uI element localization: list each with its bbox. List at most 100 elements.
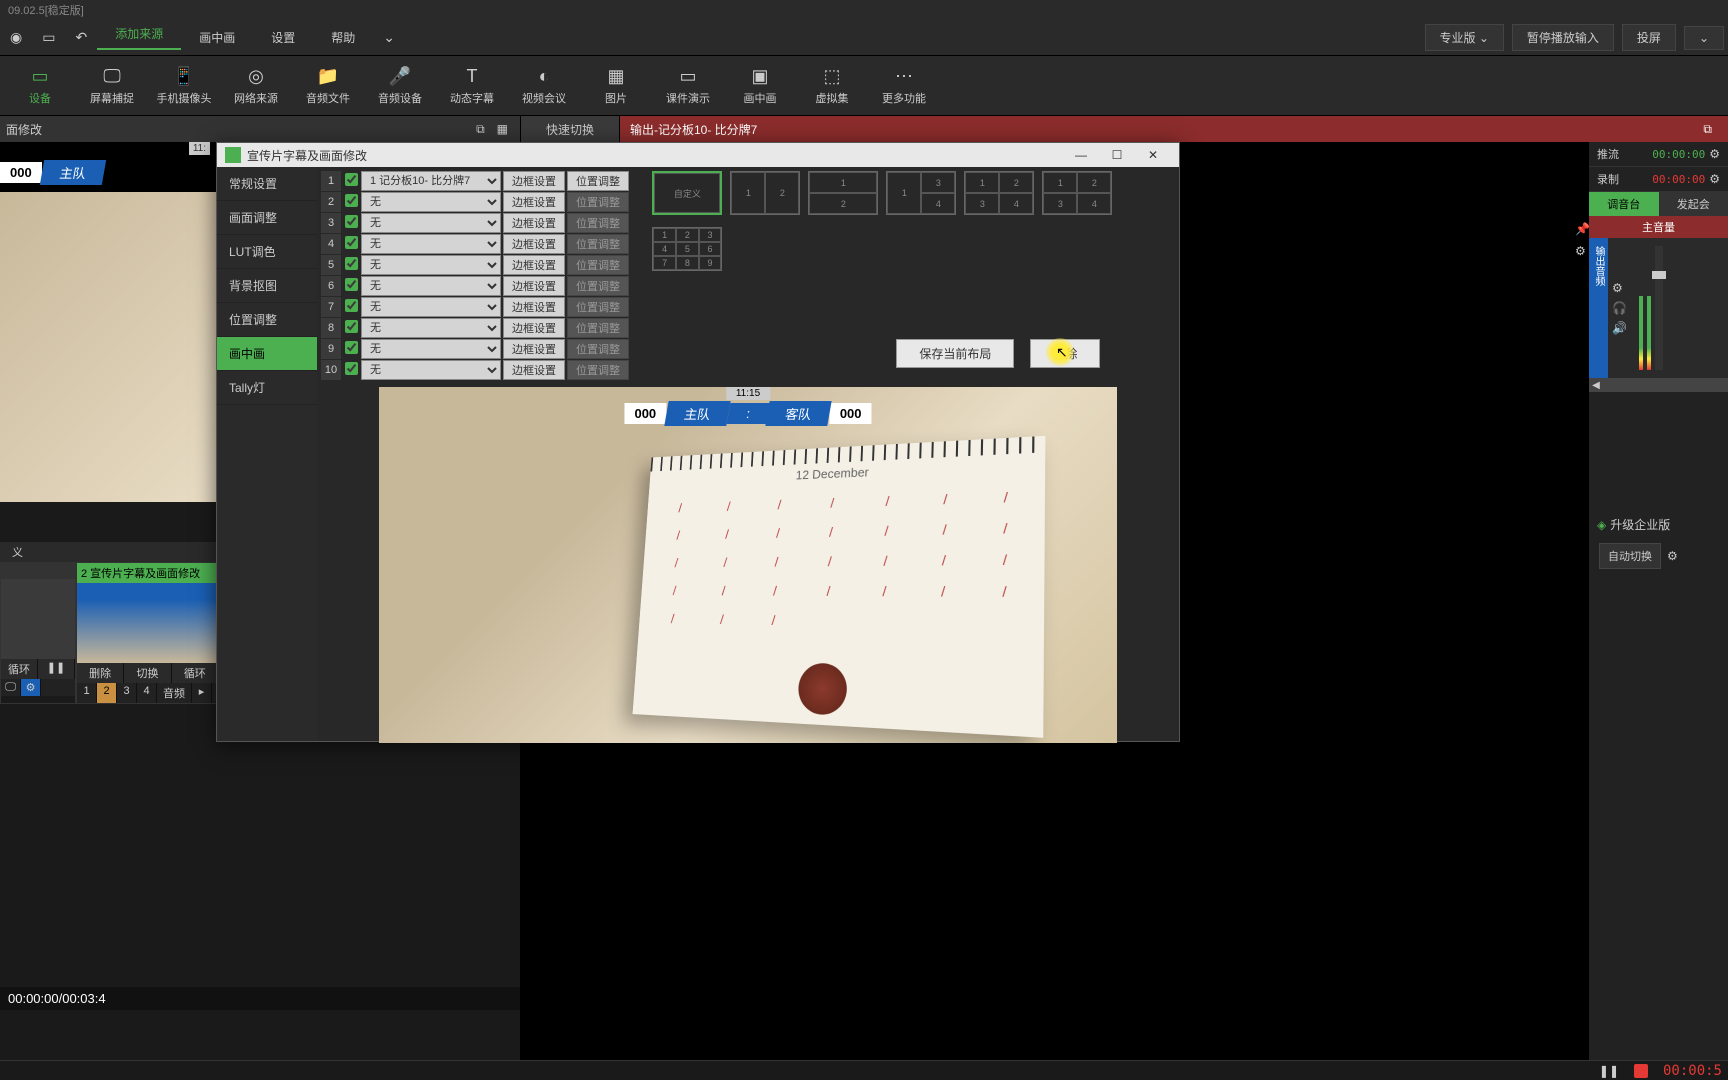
pause-output-button[interactable]: 暂停播放输入 [1512,24,1614,51]
tb-pip[interactable]: ▣画中画 [724,62,796,110]
grid-icon[interactable]: ▦ [491,122,514,136]
row-source-select[interactable]: 1 记分板10- 比分牌7 [361,171,501,191]
row-checkbox[interactable] [341,320,361,336]
row-border-button[interactable]: 边框设置 [503,360,565,380]
row-border-button[interactable]: 边框设置 [503,339,565,359]
src1-monitor-icon[interactable]: 🖵 [1,679,21,696]
src2-delete[interactable]: 删除 [77,663,124,683]
layout-1x2[interactable]: 12 [730,171,800,215]
delete-layout-button[interactable]: 删除 [1030,339,1100,368]
dialog-preview[interactable]: 12 December 11:15 000 主队 : 客队 [379,387,1117,743]
row-checkbox[interactable] [341,341,361,357]
bottom-tab-1[interactable]: 义 [0,544,35,560]
speaker-icon[interactable]: 🔊 [1612,321,1627,335]
layout-3a[interactable]: 134 [886,171,956,215]
menu-caret-icon[interactable]: ⌄ [373,29,405,46]
menu-pip[interactable]: 画中画 [181,29,253,46]
tb-screen-capture[interactable]: 🖵屏幕捕捉 [76,62,148,110]
src2-n3[interactable]: 3 [117,683,137,703]
row-checkbox[interactable] [341,215,361,231]
volume-slider[interactable] [1655,246,1663,370]
save-layout-button[interactable]: 保存当前布局 [896,339,1014,368]
menu-settings[interactable]: 设置 [253,29,313,46]
src1-gear-icon[interactable]: ⚙ [21,679,41,696]
sb-chroma[interactable]: 背景抠图 [217,269,317,303]
row-source-select[interactable]: 无 [361,360,501,380]
popout-icon[interactable]: ⧉ [470,122,491,137]
source-2[interactable]: 2 宣传片字幕及画面修改 删除 切换 循环 1 2 3 4 音频 ▸ [76,562,220,704]
sb-tally[interactable]: Tally灯 [217,371,317,405]
tb-device[interactable]: ▭设备 [4,62,76,110]
undo-icon[interactable]: ↶ [65,29,97,46]
tb-audio-file[interactable]: 📁音频文件 [292,62,364,110]
tb-image[interactable]: ▦图片 [580,62,652,110]
src1-pause[interactable]: ❚❚ [38,659,75,679]
row-source-select[interactable]: 无 [361,213,501,233]
src2-n2[interactable]: 2 [97,683,117,703]
auto-switch-gear-icon[interactable]: ⚙ [1667,549,1678,563]
src1-loop[interactable]: 循环 [1,659,38,679]
row-border-button[interactable]: 边框设置 [503,234,565,254]
sb-picture[interactable]: 画面调整 [217,201,317,235]
quick-switch-button[interactable]: 快速切换 [520,116,620,142]
close-button[interactable]: ✕ [1135,148,1171,162]
menu-help[interactable]: 帮助 [313,29,373,46]
scroll-left-icon[interactable]: ◀ [1589,380,1603,391]
src2-loop[interactable]: 循环 [172,663,219,683]
row-source-select[interactable]: 无 [361,276,501,296]
maximize-button[interactable]: ☐ [1099,148,1135,162]
mixer-scrollbar[interactable]: ◀ [1589,378,1728,392]
menu-icon-2[interactable]: ▭ [32,29,65,46]
mixer-gear-icon[interactable]: ⚙ [1612,281,1627,295]
row-source-select[interactable]: 无 [361,339,501,359]
row-checkbox[interactable] [341,194,361,210]
row-position-button[interactable]: 位置调整 [567,171,629,191]
status-record-button[interactable] [1627,1062,1655,1080]
headphone-icon[interactable]: 🎧 [1612,301,1627,315]
tb-network-source[interactable]: ◎网络来源 [220,62,292,110]
menu-add-source[interactable]: 添加来源 [97,25,181,50]
tb-dynamic-subtitle[interactable]: T动态字幕 [436,62,508,110]
layout-2h[interactable]: 12 [808,171,878,215]
tb-more[interactable]: ⋯更多功能 [868,62,940,110]
tb-video-conf[interactable]: ◐视频会议 [508,62,580,110]
cast-caret[interactable]: ⌄ [1684,26,1724,50]
tb-audio-device[interactable]: 🎤音频设备 [364,62,436,110]
row-border-button[interactable]: 边框设置 [503,171,565,191]
layout-2x2[interactable]: 1234 [964,171,1034,215]
record-gear-icon[interactable]: ⚙ [1709,172,1720,186]
call-tab[interactable]: 发起会 [1659,192,1728,216]
layout-2x2b[interactable]: 1234 [1042,171,1112,215]
minimize-button[interactable]: — [1063,148,1099,162]
row-checkbox[interactable] [341,257,361,273]
row-checkbox[interactable] [341,362,361,378]
row-border-button[interactable]: 边框设置 [503,297,565,317]
row-source-select[interactable]: 无 [361,255,501,275]
mixer-tab[interactable]: 调音台 [1589,192,1659,216]
row-border-button[interactable]: 边框设置 [503,192,565,212]
tb-phone-camera[interactable]: 📱手机摄像头 [148,62,220,110]
row-source-select[interactable]: 无 [361,192,501,212]
sb-general[interactable]: 常规设置 [217,167,317,201]
row-source-select[interactable]: 无 [361,234,501,254]
row-checkbox[interactable] [341,299,361,315]
source-1[interactable]: 循环 ❚❚ 🖵 ⚙ [0,562,76,704]
pin-icon[interactable]: 📌 [1575,222,1590,236]
sb-position[interactable]: 位置调整 [217,303,317,337]
stream-gear-icon[interactable]: ⚙ [1709,147,1720,161]
row-checkbox[interactable] [341,236,361,252]
src2-more[interactable]: ▸ [192,683,212,703]
auto-switch-button[interactable]: 自动切换 [1599,543,1661,569]
pro-version-button[interactable]: 专业版 ⌄ [1425,24,1504,51]
row-border-button[interactable]: 边框设置 [503,318,565,338]
output-popout-icon[interactable]: ⧉ [1697,122,1718,137]
row-border-button[interactable]: 边框设置 [503,213,565,233]
sb-pip[interactable]: 画中画 [217,337,317,371]
src2-switch[interactable]: 切换 [124,663,171,683]
row-source-select[interactable]: 无 [361,297,501,317]
row-border-button[interactable]: 边框设置 [503,255,565,275]
layout-3x3[interactable]: 123 456 789 [652,227,722,271]
row-source-select[interactable]: 无 [361,318,501,338]
side-gear-icon[interactable]: ⚙ [1575,244,1590,258]
src2-audio[interactable]: 音频 [157,683,192,703]
